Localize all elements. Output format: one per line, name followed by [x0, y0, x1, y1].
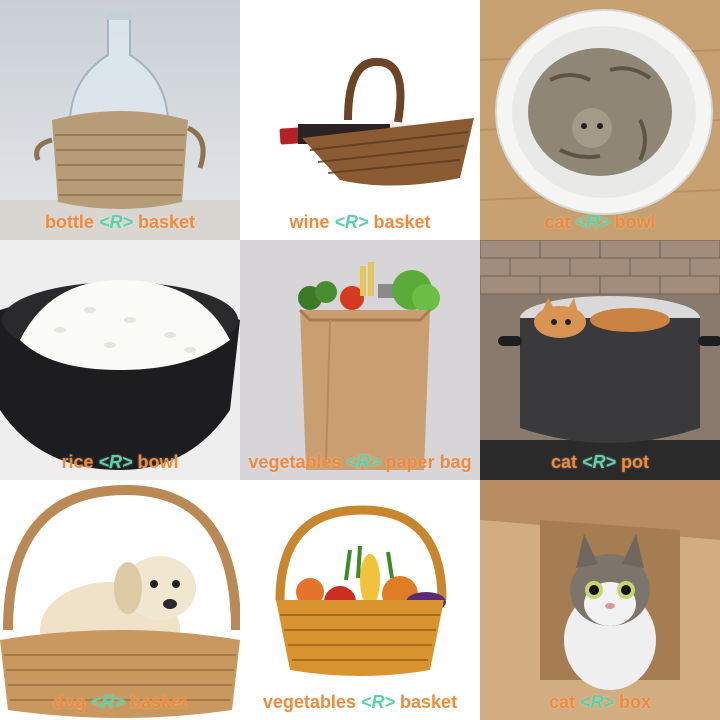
relation-token: <R>	[334, 212, 369, 232]
tile-bottle-basket: bottle <R> basket	[0, 0, 240, 240]
dog-basket-photo	[0, 480, 240, 720]
caption-subject: cat	[550, 452, 577, 472]
caption-object: basket	[373, 212, 431, 232]
caption-subject: vegetables	[248, 452, 342, 472]
tile-dog-basket: dog <R> basket	[0, 480, 240, 720]
tile-cat-bowl: cat <R> bowl	[480, 0, 720, 240]
vegetables-basket-photo	[240, 480, 480, 720]
caption-subject: vegetables	[262, 692, 356, 712]
caption-object: paper bag	[385, 452, 472, 472]
caption-object: bowl	[137, 452, 179, 472]
caption: wine <R> basket	[240, 212, 480, 232]
caption-subject: cat	[548, 692, 575, 712]
tile-cat-pot: cat <R> pot	[480, 240, 720, 480]
relation-token: <R>	[98, 212, 133, 232]
caption-subject: bottle	[44, 212, 94, 232]
tile-cat-box: cat <R> box	[480, 480, 720, 720]
caption: cat <R> box	[480, 692, 720, 712]
caption: cat <R> bowl	[480, 212, 720, 232]
caption-subject: dog	[52, 692, 86, 712]
rice-bowl-photo	[0, 240, 240, 480]
caption-subject: wine	[289, 212, 330, 232]
caption-object: basket	[130, 692, 188, 712]
bottle-basket-photo	[0, 0, 240, 240]
caption-object: basket	[400, 692, 458, 712]
wine-basket-photo	[240, 0, 480, 240]
relation-token: <R>	[98, 452, 133, 472]
cat-box-photo	[480, 480, 720, 720]
cat-pot-photo	[480, 240, 720, 480]
caption-subject: cat	[544, 212, 571, 232]
relation-token: <R>	[575, 212, 610, 232]
caption-object: bowl	[614, 212, 656, 232]
relation-token: <R>	[582, 452, 617, 472]
tile-vegetables-paper-bag: vegetables <R> paper bag	[240, 240, 480, 480]
caption: vegetables <R> paper bag	[240, 452, 480, 472]
caption-subject: rice	[61, 452, 94, 472]
tile-vegetables-basket: vegetables <R> basket	[240, 480, 480, 720]
caption-object: basket	[138, 212, 196, 232]
caption: vegetables <R> basket	[240, 692, 480, 712]
image-grid: bottle <R> basket wine <R> basket cat <R…	[0, 0, 720, 720]
tile-wine-basket: wine <R> basket	[240, 0, 480, 240]
caption: bottle <R> basket	[0, 212, 240, 232]
relation-token: <R>	[360, 692, 396, 712]
tile-rice-bowl: rice <R> bowl	[0, 240, 240, 480]
caption: cat <R> pot	[480, 452, 720, 472]
caption: dog <R> basket	[0, 692, 240, 712]
caption: rice <R> bowl	[0, 452, 240, 472]
caption-object: pot	[621, 452, 650, 472]
relation-token: <R>	[346, 452, 381, 472]
vegetables-paper-bag-photo	[240, 240, 480, 480]
relation-token: <R>	[90, 692, 125, 712]
relation-token: <R>	[579, 692, 615, 712]
caption-object: box	[619, 692, 652, 712]
cat-bowl-photo	[480, 0, 720, 240]
